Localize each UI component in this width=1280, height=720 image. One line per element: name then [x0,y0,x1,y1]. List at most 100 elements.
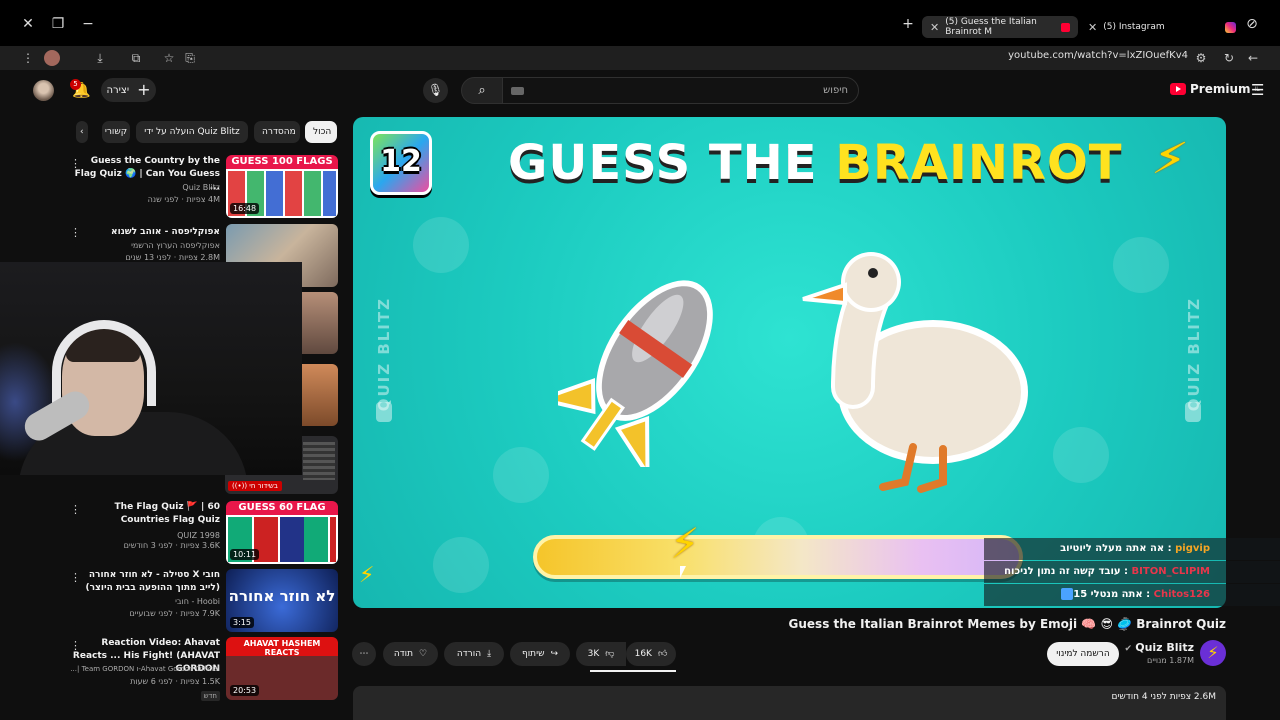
keyboard-icon[interactable] [511,87,524,95]
list-item[interactable]: ⋮ חובי X סטילה - לא חוזר אחורה (לייב מתו… [66,569,338,633]
chat-username: Chitos126 [1153,589,1210,600]
address-bar: ⋮ ⤓ ⧉ ☆ ⎘ youtube.com/watch?v=lxZIOuefKv… [0,46,1280,70]
progress-lightning-icon: ⚡ [670,519,700,568]
level-badge: 12 [370,131,432,195]
channel-name-text: Quiz Blitz [1135,641,1194,654]
close-window-icon[interactable]: ✕ [18,14,38,34]
avatar[interactable] [33,80,54,101]
list-item[interactable]: ⋮ Guess the Country by the Flag Quiz 🌍 |… [66,155,338,219]
video-title[interactable]: The Flag Quiz 🚩 | 60 Countries Flag Quiz [70,501,220,527]
video-thumbnail[interactable] [302,292,338,354]
back-icon[interactable]: ← [1245,50,1261,66]
search-button[interactable]: ⌕ [461,77,503,104]
list-item[interactable]: ⋮ Reaction Video: Ahavat Reacts ... His … [66,637,338,701]
description-box[interactable]: 2.6M צפיות לפני 4 חודשים [353,686,1226,720]
video-title[interactable]: חובי X סטילה - לא חוזר אחורה (לייב מתוך … [70,569,221,595]
like-ratio-bar [590,670,676,672]
thumbnail-text: GUESS 100 FLAGS [231,156,333,167]
new-tab-icon[interactable]: + [898,14,918,34]
video-meta: 7.9K צפיות · לפני שבועיים [129,609,220,618]
extensions-icon[interactable]: ⧉ [128,50,144,66]
live-badge-text: בשידור חי [249,482,278,490]
restore-window-icon[interactable]: ❐ [48,14,68,34]
cast-icon[interactable]: ⎘ [182,50,198,66]
hamburger-menu-icon[interactable]: ☰ [1251,81,1264,99]
search-icon: ⌕ [478,83,486,98]
download-label: הורדה [456,649,482,659]
more-actions-button[interactable]: ⋯ [352,642,376,666]
video-player[interactable]: 12 GUESS THE BRAINROT ⚡ QUIZ BLITZ QUIZ … [353,117,1226,608]
youtube-premium-logo[interactable]: Premium IL [1170,82,1260,96]
rocket-emoji-icon [558,280,713,467]
channel-watermark-icon[interactable]: ⚡ [359,563,374,588]
video-thumbnail[interactable]: לא חוזר אחורה 3:15 [226,569,338,632]
youtube-play-icon [1170,83,1186,95]
channel-name[interactable]: אפוקליפסה הערוץ הרשמי [131,241,220,250]
instagram-favicon-icon [1225,21,1236,33]
search-placeholder: חיפוש [823,85,848,96]
thanks-button[interactable]: תודה ♡ [383,642,438,666]
channel-name[interactable]: ✔ Quiz Blitz [1125,641,1194,654]
share-button[interactable]: שיתוף ↪ [510,642,570,666]
browser-menu-icon[interactable]: ⊘ [1242,14,1262,34]
thumbnail-art [303,442,335,480]
search-input[interactable]: חיפוש [502,77,859,104]
title-highlight: BRAINROT [835,135,1123,191]
duration-badge: 16:48 [230,203,260,214]
thumbs-down-icon: 👎︎ [605,649,615,659]
bookmark-star-icon[interactable]: ☆ [161,50,177,66]
close-tab-icon[interactable]: ✕ [930,21,939,34]
video-overlay-title: GUESS THE BRAINROT [508,135,1123,191]
lightning-bolt-icon: ⚡ [1149,128,1191,190]
channel-avatar[interactable]: ⚡ [1200,640,1226,666]
dislike-button[interactable]: 3K 👎︎ [576,642,626,666]
brand-logo-icon [1185,402,1201,422]
tab-label: (5) Guess the Italian Brainrot M [945,17,1037,37]
list-item[interactable]: ⋮ The Flag Quiz 🚩 | 60 Countries Flag Qu… [66,501,338,565]
site-settings-icon[interactable]: ⚙ [1193,50,1209,66]
chip-related[interactable]: קשורי [102,121,130,143]
video-thumbnail[interactable]: GUESS 100 FLAGS 16:48 [226,155,338,218]
channel-name[interactable]: QUIZ 1998 [177,531,220,540]
chat-message: BITON_CLIPIM : עובד קשה זה נתון לניכוח [984,561,1280,583]
chips-scroll-left-icon[interactable]: ‹ [76,121,88,143]
level-number: 12 [380,144,422,179]
download-icon[interactable]: ⤓ [92,50,108,66]
more-icon[interactable]: ⋮ [20,50,36,66]
channel-name[interactable]: Ahavat Gordon Official-ו Team GORDON |..… [70,665,220,673]
channel-name[interactable]: Quiz Blitz [182,183,220,192]
video-title[interactable]: אפוקליפסה - אוהב לשנוא [70,226,220,239]
voice-search-mic-icon[interactable]: 🎙 [423,78,448,103]
chip-uploaded-by[interactable]: הועלה על ידי Quiz Blitz [136,121,248,143]
quiz-timer-bar [533,535,1023,579]
video-thumbnail[interactable]: GUESS 60 FLAG 10:11 [226,501,338,564]
url-text[interactable]: youtube.com/watch?v=lxZIOuefKv4 [1008,50,1188,61]
new-badge: חדש [200,691,220,701]
channel-name[interactable]: Hoobi - חובי [175,597,220,606]
chat-text: : אתה מנטלי 15 [1073,589,1154,600]
thanks-icon: ♡ [419,649,428,659]
profile-icon[interactable] [44,50,60,66]
download-button[interactable]: הורדה ⤓ [444,642,504,666]
duration-badge: 20:53 [230,685,260,696]
live-badge: בשידור חי ((•)) [228,481,282,491]
notification-count-badge: 5 [70,79,81,90]
subscribe-button[interactable]: הרשמה למינוי [1047,642,1119,666]
thumbnail-text: GUESS 60 FLAG [238,502,326,513]
create-button[interactable]: יצירה + [101,78,156,102]
chip-series[interactable]: מהסדרה [254,121,300,143]
chat-message: Chitos126 : אתה מנטלי 15 [984,584,1280,606]
chat-platform-icon [1061,588,1074,600]
tab-youtube[interactable]: ✕ (5) Guess the Italian Brainrot M [922,16,1078,38]
video-thumbnail[interactable]: AHAVAT HASHEM REACTS 20:53 [226,637,338,700]
like-button[interactable]: 16K 👍︎ [626,642,676,666]
reload-icon[interactable]: ↻ [1221,50,1237,66]
minimize-window-icon[interactable]: − [78,14,98,34]
tab-instagram[interactable]: ✕ (5) Instagram [1088,16,1236,38]
thumbnail-text: AHAVAT HASHEM REACTS [243,639,321,657]
video-thumbnail[interactable] [302,364,338,426]
chip-all[interactable]: הכול [305,121,337,143]
close-tab-icon[interactable]: ✕ [1088,21,1097,34]
face-pattern-icon [1053,427,1109,483]
video-title: Guess the Italian Brainrot Memes by Emoj… [788,617,1226,631]
